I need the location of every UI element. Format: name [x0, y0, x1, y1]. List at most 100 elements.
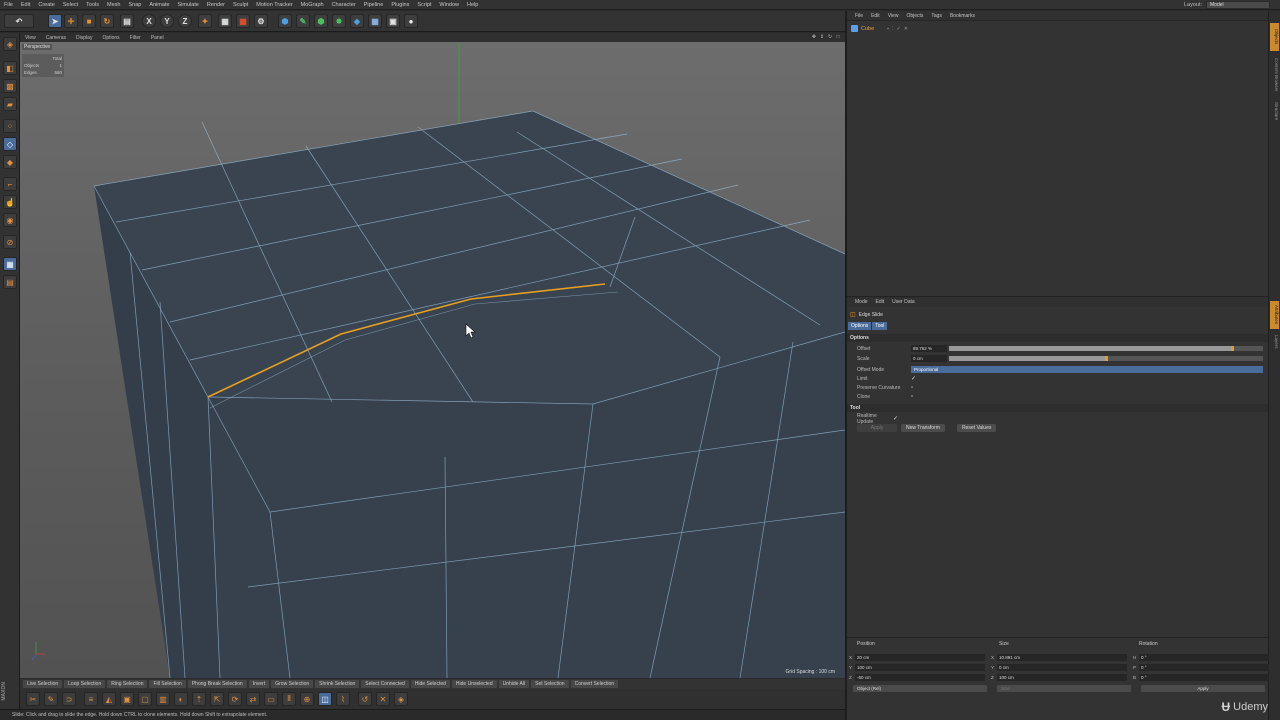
normal-rotate-icon[interactable]: ⟳ — [228, 692, 242, 706]
om-menu-file[interactable]: File — [851, 13, 867, 19]
size-y-input[interactable]: 0 cm — [997, 663, 1127, 671]
zoom-view-icon[interactable]: ⇕ — [819, 34, 825, 40]
snapping-icon[interactable]: ⊘ — [3, 235, 17, 249]
melt-icon[interactable]: ◈ — [394, 692, 408, 706]
edge-slide-tool-icon[interactable]: ◫ — [318, 692, 332, 706]
last-tool-icon[interactable]: ▤ — [120, 14, 134, 28]
invert-button[interactable]: Invert — [248, 680, 270, 688]
structure-tab[interactable]: Structure — [1270, 99, 1279, 123]
scale-input[interactable]: 0 cm — [911, 355, 947, 362]
render-picture-viewer-icon[interactable]: ▦ — [236, 14, 250, 28]
planar-workplane-icon[interactable]: ▤ — [3, 275, 17, 289]
render-settings-icon[interactable]: ⚙ — [254, 14, 268, 28]
menu-sculpt[interactable]: Sculpt — [229, 0, 252, 10]
selection-tool-icon[interactable]: ➤ — [48, 14, 62, 28]
viewport-menu-display[interactable]: Display — [71, 35, 97, 41]
select-connected-button[interactable]: Select Connected — [361, 680, 409, 688]
menu-render[interactable]: Render — [203, 0, 229, 10]
hide-selected-button[interactable]: Hide Selected — [410, 680, 450, 688]
menu-snap[interactable]: Snap — [124, 0, 145, 10]
extrude-tool-icon[interactable]: ▣ — [120, 692, 134, 706]
rotate-view-icon[interactable]: ↻ — [827, 34, 833, 40]
points-mode-icon[interactable]: ⁘ — [3, 119, 17, 133]
spline-pen-icon[interactable]: ✎ — [296, 14, 310, 28]
menu-character[interactable]: Character — [328, 0, 360, 10]
set-selection-button[interactable]: Set Selection — [531, 680, 569, 688]
om-menu-objects[interactable]: Objects — [902, 13, 927, 19]
object-row-cube[interactable]: Cube ▪ ⁚ ✓ ✕ — [851, 24, 908, 33]
undo-icon[interactable]: ↶ — [4, 14, 34, 28]
limit-checkbox[interactable]: ✓ — [911, 376, 917, 382]
layer-dot-icon[interactable]: ▪ — [887, 26, 889, 32]
am-menu-edit[interactable]: Edit — [872, 299, 889, 305]
content-browser-tab[interactable]: Content Browser — [1270, 55, 1279, 95]
world-coordinates-icon[interactable]: ✦ — [198, 14, 212, 28]
camera-label[interactable]: Perspective — [22, 44, 53, 50]
size-x-input[interactable]: 10.891 cm — [997, 653, 1127, 661]
menu-simulate[interactable]: Simulate — [174, 0, 203, 10]
brush-tool-icon[interactable]: ✎ — [44, 692, 58, 706]
menu-edit[interactable]: Edit — [17, 0, 34, 10]
smooth-shift-icon[interactable]: ◐ — [174, 692, 188, 706]
scale-tool-icon[interactable]: ■ — [82, 14, 96, 28]
rotation-p-input[interactable]: 0 ° — [1139, 663, 1269, 671]
om-menu-view[interactable]: View — [884, 13, 903, 19]
fill-selection-button[interactable]: Fill Selection — [149, 680, 186, 688]
offset-slider[interactable] — [949, 346, 1263, 351]
dissolve-icon[interactable]: ✕ — [376, 692, 390, 706]
visibility-dots-icon[interactable]: ⁚ — [892, 26, 894, 32]
slide-tool-icon[interactable]: ⇄ — [246, 692, 260, 706]
shrink-selection-button[interactable]: Shrink Selection — [315, 680, 360, 688]
convert-selection-button[interactable]: Convert Selection — [570, 680, 619, 688]
hide-unselected-button[interactable]: Hide Unselected — [451, 680, 497, 688]
menu-help[interactable]: Help — [463, 0, 482, 10]
cloner-icon[interactable]: ✸ — [332, 14, 346, 28]
coordinate-apply-button[interactable]: Apply — [1141, 685, 1265, 692]
preserve-curvature-checkbox[interactable]: ▫ — [911, 385, 917, 391]
toggle-view-icon[interactable]: □ — [835, 34, 841, 40]
workplane-mode-icon[interactable]: ▰ — [3, 97, 17, 111]
menu-script[interactable]: Script — [413, 0, 435, 10]
menu-window[interactable]: Window — [435, 0, 463, 10]
realtime-update-checkbox[interactable]: ✓ — [893, 416, 899, 422]
render-view-icon[interactable]: ▦ — [218, 14, 232, 28]
knife-tool-icon[interactable]: ✂ — [26, 692, 40, 706]
am-menu-mode[interactable]: Mode — [851, 299, 872, 305]
tweak-mode-icon[interactable]: ☝ — [3, 195, 17, 209]
live-selection-button[interactable]: Live Selection — [23, 680, 63, 688]
stitch-tool-icon[interactable]: ⌇ — [336, 692, 350, 706]
y-axis-lock-icon[interactable]: Y — [160, 14, 174, 28]
weld-tool-icon[interactable]: ⊕ — [300, 692, 314, 706]
offset-mode-select[interactable]: Proportional — [911, 366, 1263, 373]
edges-mode-icon[interactable]: ◇ — [3, 137, 17, 151]
deformer-icon[interactable]: ◆ — [350, 14, 364, 28]
menu-animate[interactable]: Animate — [145, 0, 173, 10]
grow-selection-button[interactable]: Grow Selection — [271, 680, 314, 688]
options-section-header[interactable]: Options — [847, 334, 1268, 342]
layers-tab[interactable]: Layers — [1270, 333, 1279, 351]
model-mode-icon[interactable]: ◧ — [3, 61, 17, 75]
scale-slider-knob[interactable] — [1105, 356, 1108, 361]
light-icon[interactable]: ● — [404, 14, 418, 28]
z-axis-lock-icon[interactable]: Z — [178, 14, 192, 28]
om-menu-bookmarks[interactable]: Bookmarks — [946, 13, 979, 19]
make-editable-icon[interactable]: ◈ — [3, 37, 17, 51]
menu-mesh[interactable]: Mesh — [103, 0, 124, 10]
tab-options[interactable]: Options — [848, 322, 872, 330]
normal-move-icon[interactable]: ⇡ — [192, 692, 206, 706]
ring-selection-button[interactable]: Ring Selection — [107, 680, 148, 688]
iron-tool-icon[interactable]: ▭ — [264, 692, 278, 706]
position-y-input[interactable]: 100 cm — [855, 663, 985, 671]
phong-tag-icon[interactable]: ✕ — [904, 26, 908, 32]
viewport-menu-cameras[interactable]: Cameras — [41, 35, 71, 41]
subdivision-surface-icon[interactable]: ⬢ — [314, 14, 328, 28]
texture-mode-icon[interactable]: ▩ — [3, 79, 17, 93]
offset-input[interactable]: 89.762 % — [911, 345, 947, 352]
om-menu-edit[interactable]: Edit — [867, 13, 884, 19]
menu-select[interactable]: Select — [59, 0, 82, 10]
unhide-all-button[interactable]: Unhide All — [498, 680, 530, 688]
tab-tool[interactable]: Tool — [872, 322, 888, 330]
viewport-menu-options[interactable]: Options — [97, 35, 124, 41]
clone-checkbox[interactable]: ▫ — [911, 394, 917, 400]
matrix-extrude-icon[interactable]: ▥ — [156, 692, 170, 706]
